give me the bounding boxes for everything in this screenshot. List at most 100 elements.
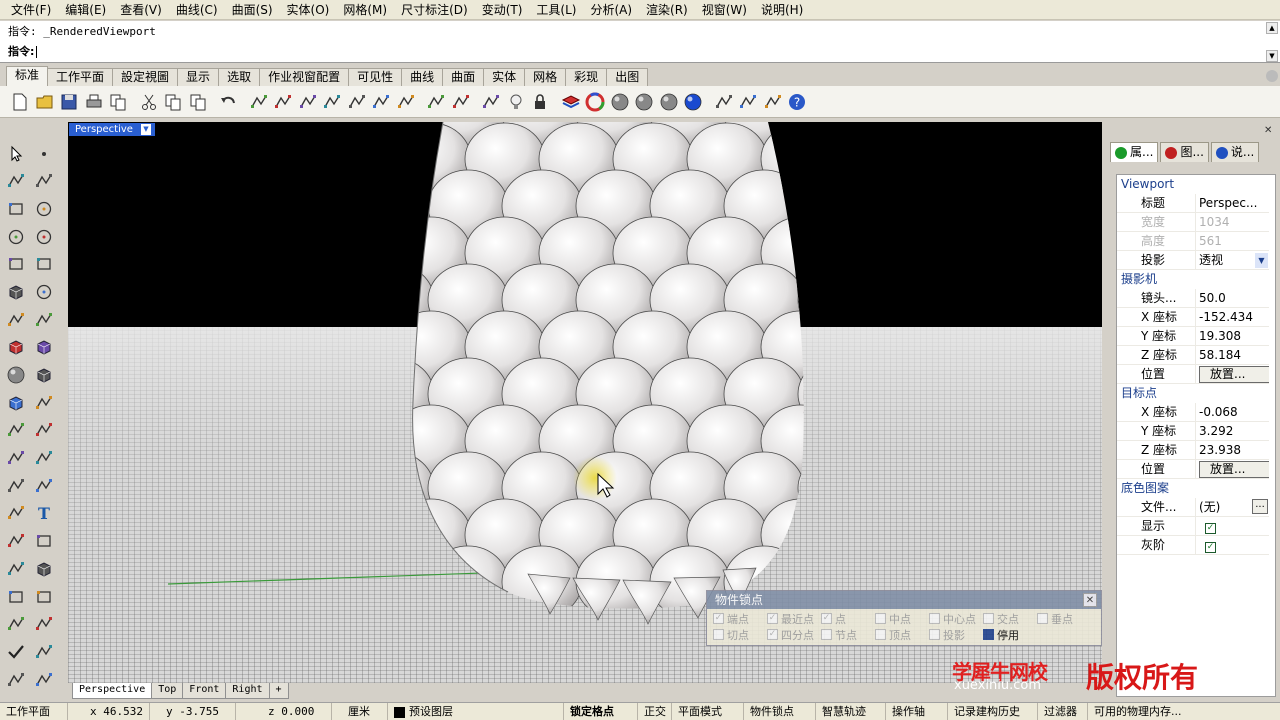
menu-item[interactable]: 查看(V)	[113, 0, 169, 20]
four-viewports-icon[interactable]	[394, 90, 418, 114]
checkbox[interactable]: ✓	[1205, 523, 1216, 534]
osnap-option[interactable]: 投影	[929, 627, 983, 642]
pan-hand-icon[interactable]	[247, 90, 271, 114]
polygon-icon[interactable]	[2, 251, 30, 278]
rotate-view-icon[interactable]	[369, 90, 393, 114]
property-section[interactable]: 底色图案	[1117, 479, 1275, 498]
checkbox[interactable]: ✓	[1205, 542, 1216, 553]
box-outline-icon[interactable]	[2, 278, 30, 305]
property-value[interactable]: 放置...	[1195, 365, 1269, 384]
osnap-option[interactable]: 交点	[983, 611, 1037, 626]
menu-item[interactable]: 编辑(E)	[58, 0, 113, 20]
cage-icon[interactable]	[2, 611, 30, 638]
menu-item[interactable]: 工具(L)	[529, 0, 583, 20]
tab[interactable]: 工作平面	[47, 68, 114, 86]
gear-icon[interactable]	[1266, 70, 1278, 82]
scale-icon[interactable]	[2, 528, 30, 555]
help-icon[interactable]: ?	[785, 90, 809, 114]
status-snap[interactable]: 锁定格点	[564, 703, 638, 720]
viewport-menu-icon[interactable]: ▼	[140, 124, 151, 135]
status-layer[interactable]: 预设图层	[388, 703, 564, 720]
explode-icon[interactable]	[30, 417, 58, 444]
checkbox[interactable]	[875, 629, 886, 640]
property-value[interactable]: -0.068	[1195, 403, 1269, 422]
property-value[interactable]: 19.308	[1195, 327, 1269, 346]
rectangle-points-icon[interactable]	[2, 195, 30, 222]
properties-icon[interactable]	[761, 90, 785, 114]
status-history[interactable]: 记录建构历史	[948, 703, 1038, 720]
sphere-group-icon[interactable]	[2, 362, 30, 389]
property-value[interactable]: ✓	[1195, 517, 1269, 536]
curve-tool-icon[interactable]	[30, 472, 58, 499]
status-gumball[interactable]: 操作轴	[886, 703, 948, 720]
status-smarttrack[interactable]: 智慧轨迹	[816, 703, 886, 720]
checkbox[interactable]: ✓	[767, 629, 778, 640]
import-icon[interactable]	[106, 90, 130, 114]
polyline-icon[interactable]	[2, 168, 30, 195]
extrude-icon[interactable]	[2, 417, 30, 444]
close-icon[interactable]: ✕	[1083, 593, 1097, 607]
tab[interactable]: 实体	[483, 68, 526, 86]
status-planar[interactable]: 平面模式	[672, 703, 744, 720]
checkbox[interactable]: ✓	[713, 613, 724, 624]
osnap-option[interactable]: 切点	[713, 627, 767, 642]
menu-item[interactable]: 曲线(C)	[169, 0, 225, 20]
property-value[interactable]: 放置...	[1195, 460, 1269, 479]
browse-button[interactable]: ...	[1252, 499, 1268, 514]
arc-icon[interactable]	[30, 223, 58, 250]
render-icon[interactable]	[2, 666, 30, 693]
circle-icon[interactable]	[30, 195, 58, 222]
lock-icon[interactable]	[528, 90, 552, 114]
shield-icon[interactable]	[30, 611, 58, 638]
fillet-curve-icon[interactable]	[2, 306, 30, 333]
rectangle-icon[interactable]	[30, 251, 58, 278]
tab[interactable]: 作业视窗配置	[259, 68, 350, 86]
property-value[interactable]: Perspec...	[1195, 194, 1269, 213]
text-icon[interactable]: T	[30, 500, 58, 527]
paste-icon[interactable]	[186, 90, 210, 114]
curve-icon[interactable]	[30, 168, 58, 195]
menu-item[interactable]: 视窗(W)	[695, 0, 754, 20]
property-value[interactable]: -152.434	[1195, 308, 1269, 327]
viewport-tab[interactable]: Perspective	[72, 683, 153, 699]
tab[interactable]: 曲面	[442, 68, 485, 86]
osnap-option[interactable]: ✓ 最近点	[767, 611, 821, 626]
undo-icon[interactable]	[216, 90, 240, 114]
panel-tab[interactable]: 说...	[1210, 142, 1260, 162]
property-value[interactable]: 23.938	[1195, 441, 1269, 460]
print-icon[interactable]	[82, 90, 106, 114]
copy-icon[interactable]	[161, 90, 185, 114]
checkbox[interactable]: ✓	[821, 613, 832, 624]
osnap-option[interactable]: 中点	[875, 611, 929, 626]
menu-item[interactable]: 变动(T)	[475, 0, 530, 20]
boolean-icon[interactable]	[30, 445, 58, 472]
osnap-header[interactable]: 物件锁点 ✕	[707, 591, 1101, 609]
cylinder-icon[interactable]	[30, 362, 58, 389]
property-value[interactable]: 透视 ▼	[1195, 251, 1269, 270]
checkbox[interactable]	[929, 613, 940, 624]
status-osnap[interactable]: 物件锁点	[744, 703, 816, 720]
osnap-option[interactable]: ✓ 点	[821, 611, 875, 626]
osnap-option[interactable]: 节点	[821, 627, 875, 642]
wireframe-sphere-icon[interactable]	[608, 90, 632, 114]
analyze-icon[interactable]	[30, 638, 58, 665]
blend-icon[interactable]	[2, 500, 30, 527]
surface-icon[interactable]	[2, 334, 30, 361]
checkbox[interactable]: ✓	[767, 613, 778, 624]
gear-icon[interactable]	[736, 90, 760, 114]
viewport-tab[interactable]: Front	[182, 683, 227, 699]
menu-item[interactable]: 网格(M)	[336, 0, 394, 20]
zoom-window-icon[interactable]	[320, 90, 344, 114]
command-scrollbar[interactable]: ▲ ▼	[1266, 22, 1278, 62]
tab[interactable]: 显示	[177, 68, 220, 86]
osnap-option[interactable]: 顶点	[875, 627, 929, 642]
property-value[interactable]: (无)...	[1195, 498, 1269, 517]
save-icon[interactable]	[57, 90, 81, 114]
tab[interactable]: 选取	[218, 68, 261, 86]
tab[interactable]: 曲线	[401, 68, 444, 86]
ellipse-icon[interactable]	[2, 223, 30, 250]
options-icon[interactable]	[449, 90, 473, 114]
offset-icon[interactable]	[30, 306, 58, 333]
misc-icon[interactable]	[30, 666, 58, 693]
osnap-option[interactable]: ✓ 端点	[713, 611, 767, 626]
